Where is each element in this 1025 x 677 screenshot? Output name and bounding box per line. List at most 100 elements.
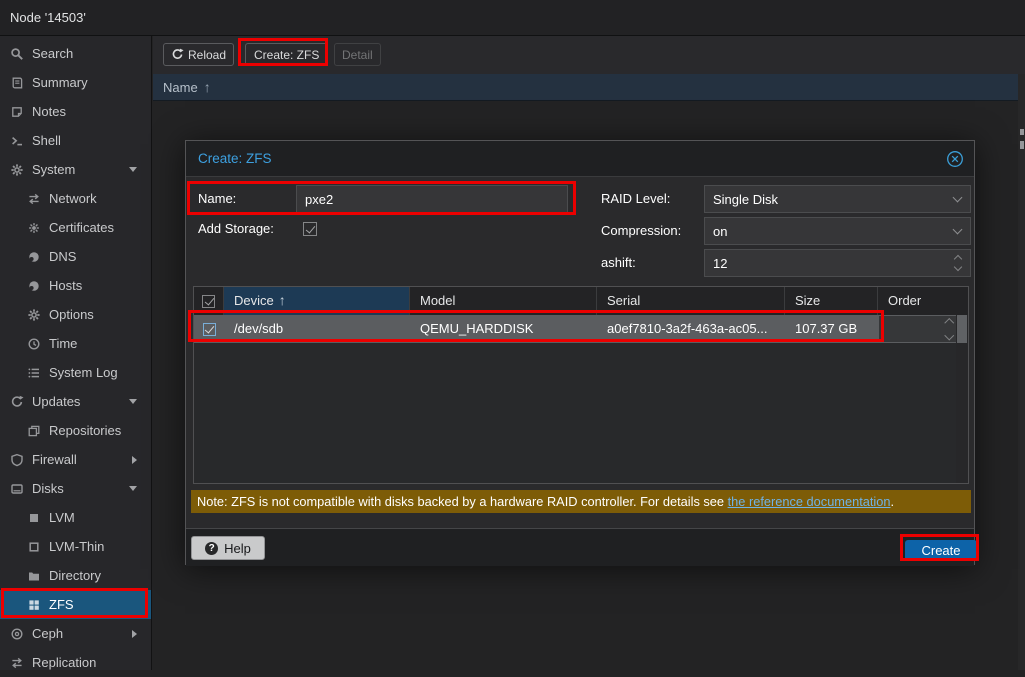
node-title: Node '14503' — [10, 0, 86, 35]
sidebar-item-firewall[interactable]: Firewall — [0, 445, 151, 474]
sidebar-item-hosts[interactable]: Hosts — [0, 271, 151, 300]
cell-serial: a0ef7810-3a2f-463a-ac05... — [597, 315, 785, 343]
sidebar-item-system[interactable]: System — [0, 155, 151, 184]
sidebar-item-label: Time — [49, 336, 77, 351]
sidebar-item-dns[interactable]: DNS — [0, 242, 151, 271]
spinner-down-icon[interactable] — [944, 330, 953, 339]
column-header-model[interactable]: Model — [410, 287, 597, 315]
sidebar-item-lvm[interactable]: LVM — [0, 503, 151, 532]
reload-label: Reload — [188, 48, 226, 62]
note-text: Note: ZFS is not compatible with disks b… — [197, 494, 728, 509]
firewall-icon — [10, 453, 24, 467]
create-zfs-button[interactable]: Create: ZFS — [245, 43, 328, 66]
reference-documentation-link[interactable]: the reference documentation — [728, 494, 891, 509]
sidebar-item-label: Network — [49, 191, 97, 206]
sidebar-item-disks[interactable]: Disks — [0, 474, 151, 503]
select-all-checkbox-cell[interactable] — [194, 287, 224, 315]
main-scrollbar[interactable] — [1018, 74, 1025, 670]
sidebar-item-label: Hosts — [49, 278, 82, 293]
note-bar: Note: ZFS is not compatible with disks b… — [191, 490, 971, 513]
sidebar-item-label: Notes — [32, 104, 66, 119]
spinner-down-icon[interactable] — [954, 263, 962, 271]
add-storage-checkbox[interactable] — [303, 222, 317, 236]
system-icon — [10, 163, 24, 177]
sidebar-item-label: Updates — [32, 394, 80, 409]
dialog-footer: ? Help Create — [186, 528, 974, 566]
chevron-down-icon — [129, 486, 137, 491]
sidebar-item-lvm-thin[interactable]: LVM-Thin — [0, 532, 151, 561]
spinner-up-icon[interactable] — [944, 319, 953, 328]
sidebar-item-label: LVM — [49, 510, 75, 525]
sidebar-item-shell[interactable]: Shell — [0, 126, 151, 155]
compression-select[interactable]: on — [704, 217, 971, 245]
chevron-down-icon — [129, 167, 137, 172]
chevron-right-icon — [132, 630, 137, 638]
sidebar-item-network[interactable]: Network — [0, 184, 151, 213]
column-header-size[interactable]: Size — [785, 287, 878, 315]
certificates-icon — [27, 221, 41, 235]
ashift-value: 12 — [713, 256, 727, 271]
replication-icon — [10, 656, 24, 670]
cell-device: /dev/sdb — [224, 315, 410, 343]
list-header-name[interactable]: Name↑ — [153, 74, 1018, 101]
sidebar-item-replication[interactable]: Replication — [0, 648, 151, 677]
name-input[interactable] — [296, 185, 568, 213]
sidebar: Search Summary Notes ShellSystem Network Cert… — [0, 36, 152, 670]
sidebar-item-label: Replication — [32, 655, 96, 670]
detail-button[interactable]: Detail — [334, 43, 381, 66]
raid-level-value: Single Disk — [713, 192, 778, 207]
sidebar-item-label: Summary — [32, 75, 88, 90]
device-table-header: Device↑ModelSerialSizeOrder — [194, 287, 968, 315]
sort-asc-icon: ↑ — [279, 292, 286, 308]
chevron-down-icon — [953, 225, 963, 235]
raid-level-select[interactable]: Single Disk — [704, 185, 971, 213]
table-scrollbar-thumb[interactable] — [957, 315, 967, 343]
create-zfs-dialog: Create: ZFS Name: Add Storage: RAID Leve… — [185, 140, 975, 565]
column-header-order[interactable]: Order — [878, 287, 960, 315]
device-table: Device↑ModelSerialSizeOrder /dev/sdbQEMU… — [193, 286, 969, 484]
sidebar-item-time[interactable]: Time — [0, 329, 151, 358]
cell-order — [878, 315, 960, 343]
updates-icon — [10, 395, 24, 409]
sidebar-item-label: LVM-Thin — [49, 539, 104, 554]
sidebar-item-repositories[interactable]: Repositories — [0, 416, 151, 445]
sidebar-item-zfs[interactable]: ZFS — [0, 590, 151, 619]
select-all-checkbox[interactable] — [202, 295, 215, 308]
close-icon[interactable] — [946, 150, 964, 168]
order-spinner[interactable] — [879, 316, 959, 342]
sidebar-item-label: Disks — [32, 481, 64, 496]
sidebar-item-label: DNS — [49, 249, 76, 264]
raid-level-label: RAID Level: — [601, 185, 670, 213]
help-icon: ? — [205, 542, 218, 555]
name-label: Name: — [198, 185, 236, 213]
header-filler — [960, 287, 969, 315]
directory-icon — [27, 569, 41, 583]
table-scrollbar[interactable] — [956, 315, 968, 483]
help-button[interactable]: ? Help — [191, 536, 265, 560]
column-header-serial[interactable]: Serial — [597, 287, 785, 315]
chevron-down-icon — [953, 193, 963, 203]
sidebar-item-label: Directory — [49, 568, 101, 583]
device-table-row[interactable]: /dev/sdbQEMU_HARDDISKa0ef7810-3a2f-463a-… — [194, 315, 968, 343]
sidebar-item-label: Firewall — [32, 452, 77, 467]
hosts-icon — [27, 279, 41, 293]
ashift-spinner[interactable]: 12 — [704, 249, 971, 277]
sidebar-item-ceph[interactable]: Ceph — [0, 619, 151, 648]
sidebar-item-summary[interactable]: Summary — [0, 68, 151, 97]
sidebar-item-notes[interactable]: Notes — [0, 97, 151, 126]
sidebar-item-certificates[interactable]: Certificates — [0, 213, 151, 242]
lvm-icon — [27, 511, 41, 525]
sidebar-item-system-log[interactable]: System Log — [0, 358, 151, 387]
create-button[interactable]: Create — [905, 540, 977, 561]
repositories-icon — [27, 424, 41, 438]
scroll-mark — [1020, 141, 1024, 149]
sidebar-item-options[interactable]: Options — [0, 300, 151, 329]
reload-button[interactable]: Reload — [163, 43, 234, 66]
sidebar-item-search[interactable]: Search — [0, 39, 151, 68]
sidebar-item-label: Certificates — [49, 220, 114, 235]
row-checkbox[interactable] — [203, 323, 216, 336]
network-icon — [27, 192, 41, 206]
column-header-device[interactable]: Device↑ — [224, 287, 410, 315]
sidebar-item-directory[interactable]: Directory — [0, 561, 151, 590]
sidebar-item-updates[interactable]: Updates — [0, 387, 151, 416]
